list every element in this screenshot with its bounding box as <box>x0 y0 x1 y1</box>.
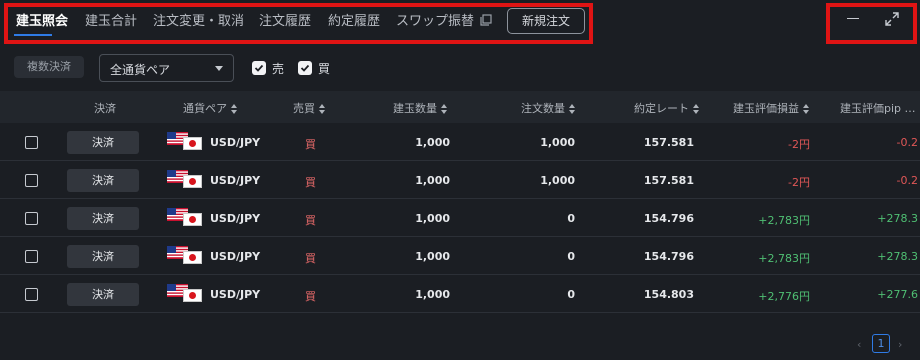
popout-icon[interactable] <box>480 14 492 26</box>
unrealized-pl: +2,783円 <box>758 214 810 227</box>
pagination-prev-button[interactable]: ‹ <box>857 338 861 351</box>
pagination-page-1[interactable]: 1 <box>872 334 890 353</box>
sort-icon <box>803 103 810 115</box>
order-qty: 0 <box>567 288 575 301</box>
executed-rate: 157.581 <box>643 174 694 187</box>
minimize-icon[interactable] <box>845 10 863 28</box>
check-icon <box>254 64 264 72</box>
header-settle: 決済 <box>94 102 116 115</box>
currency-pair: USD/JPY <box>210 250 261 263</box>
executed-rate: 157.581 <box>643 136 694 149</box>
tab-position-summary[interactable]: 建玉合計 <box>85 10 137 29</box>
unrealized-pl: +2,783円 <box>758 252 810 265</box>
currency-pair-select-value: 全通貨ペア <box>110 63 171 77</box>
unrealized-pl: -2円 <box>788 138 810 151</box>
window-controls-highlight-frame <box>826 3 917 44</box>
position-qty: 1,000 <box>415 250 450 263</box>
unrealized-pl: -2円 <box>788 176 810 189</box>
position-qty: 1,000 <box>415 212 450 225</box>
sort-icon <box>569 103 576 115</box>
settle-button[interactable]: 決済 <box>67 207 139 230</box>
currency-pair: USD/JPY <box>210 288 261 301</box>
header-executed-rate[interactable]: 約定レート <box>634 100 700 116</box>
sort-icon <box>693 103 700 115</box>
tab-order-history[interactable]: 注文履歴 <box>259 10 311 29</box>
jp-flag-icon <box>183 251 202 264</box>
sort-icon <box>441 103 448 115</box>
tab-positions[interactable]: 建玉照会 <box>16 10 68 29</box>
top-tab-bar: 建玉照会 建玉合計 注文変更・取消 注文履歴 約定履歴 スワップ振替 新規注文 <box>0 0 920 46</box>
table-row: 決済 USD/JPY 買 1,000 0 154.796 +2,783円 +27… <box>0 237 920 275</box>
order-qty: 1,000 <box>540 174 575 187</box>
side-buy: 買 <box>305 214 316 227</box>
header-position-qty[interactable]: 建玉数量 <box>393 100 448 116</box>
order-qty: 0 <box>567 250 575 263</box>
jp-flag-icon <box>183 213 202 226</box>
tab-order-modify-cancel[interactable]: 注文変更・取消 <box>153 10 244 29</box>
sell-checkbox-label: 売 <box>272 62 285 76</box>
side-buy: 買 <box>305 290 316 303</box>
row-checkbox[interactable] <box>25 288 38 301</box>
chevron-down-icon <box>215 66 223 71</box>
new-order-button[interactable]: 新規注文 <box>507 8 585 34</box>
tab-swap-transfer[interactable]: スワップ振替 <box>396 10 474 29</box>
row-checkbox[interactable] <box>25 250 38 263</box>
side-buy: 買 <box>305 138 316 151</box>
table-row: 決済 USD/JPY 買 1,000 1,000 157.581 -2円 -0.… <box>0 123 920 161</box>
row-checkbox[interactable] <box>25 136 38 149</box>
unrealized-pip: +277.6 <box>877 288 918 301</box>
unrealized-pip: +278.3 <box>877 250 918 263</box>
active-tab-underline <box>14 34 52 36</box>
tab-execution-history[interactable]: 約定履歴 <box>328 10 380 29</box>
unrealized-pl: +2,776円 <box>758 290 810 303</box>
unrealized-pip: +278.3 <box>877 212 918 225</box>
currency-pair: USD/JPY <box>210 174 261 187</box>
filter-bar: 複数決済 全通貨ペア 売 買 <box>0 46 920 91</box>
check-icon <box>300 64 310 72</box>
header-order-qty[interactable]: 注文数量 <box>521 100 576 116</box>
buy-checkbox-label: 買 <box>318 62 331 76</box>
settle-button[interactable]: 決済 <box>67 169 139 192</box>
side-buy: 買 <box>305 176 316 189</box>
buy-checkbox[interactable] <box>298 61 312 75</box>
settle-button[interactable]: 決済 <box>67 131 139 154</box>
sort-icon <box>319 103 326 115</box>
settle-button[interactable]: 決済 <box>67 283 139 306</box>
sort-icon <box>231 103 238 115</box>
unrealized-pip: -0.2 <box>896 136 918 149</box>
order-qty: 1,000 <box>540 136 575 149</box>
table-header: 決済 通貨ペア 売買 建玉数量 注文数量 約定レート 建玉評価損益 建玉評価pi… <box>0 91 920 123</box>
order-qty: 0 <box>567 212 575 225</box>
pagination-next-button[interactable]: › <box>898 338 902 351</box>
jp-flag-icon <box>183 175 202 188</box>
sell-checkbox[interactable] <box>252 61 266 75</box>
executed-rate: 154.803 <box>643 288 694 301</box>
position-qty: 1,000 <box>415 288 450 301</box>
executed-rate: 154.796 <box>643 250 694 263</box>
header-currency-pair[interactable]: 通貨ペア <box>183 100 238 116</box>
currency-pair-select[interactable]: 全通貨ペア <box>99 54 234 82</box>
bulk-settle-button[interactable]: 複数決済 <box>14 56 84 78</box>
executed-rate: 154.796 <box>643 212 694 225</box>
currency-pair: USD/JPY <box>210 212 261 225</box>
jp-flag-icon <box>183 137 202 150</box>
row-checkbox[interactable] <box>25 174 38 187</box>
unrealized-pip: -0.2 <box>896 174 918 187</box>
table-row: 決済 USD/JPY 買 1,000 0 154.796 +2,783円 +27… <box>0 199 920 237</box>
header-unrealized-pip[interactable]: 建玉評価pip … <box>840 100 916 116</box>
jp-flag-icon <box>183 289 202 302</box>
row-checkbox[interactable] <box>25 212 38 225</box>
settle-button[interactable]: 決済 <box>67 245 139 268</box>
position-qty: 1,000 <box>415 174 450 187</box>
currency-pair: USD/JPY <box>210 136 261 149</box>
table-row: 決済 USD/JPY 買 1,000 1,000 157.581 -2円 -0.… <box>0 161 920 199</box>
expand-icon[interactable] <box>883 10 901 28</box>
more-icon[interactable]: … <box>905 102 916 115</box>
header-unrealized-pl[interactable]: 建玉評価損益 <box>733 100 810 116</box>
table-row: 決済 USD/JPY 買 1,000 0 154.803 +2,776円 +27… <box>0 275 920 313</box>
side-buy: 買 <box>305 252 316 265</box>
header-side[interactable]: 売買 <box>293 100 326 116</box>
position-qty: 1,000 <box>415 136 450 149</box>
